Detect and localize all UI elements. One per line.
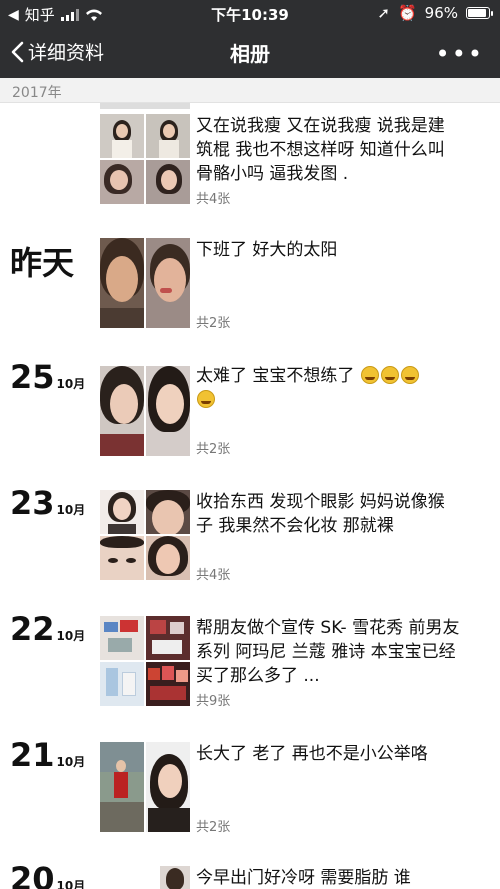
post-month: 10月: [56, 879, 86, 889]
location-icon: ➚: [377, 4, 390, 22]
post-day: 25: [10, 358, 55, 396]
photo-thumbnail[interactable]: [100, 616, 144, 660]
photo-thumbnail[interactable]: [146, 742, 190, 832]
album-post[interactable]: 25 10月 太难了 宝宝不想练了 共2张: [0, 358, 500, 464]
photo-grid[interactable]: [100, 366, 190, 456]
post-caption: 下班了 好大的太阳: [196, 240, 338, 260]
post-caption: 又在说我瘦 又在说我瘦 说我是建筑棍 我也不想这样呀 知道什么叫骨骼小吗 逼我发…: [196, 116, 445, 184]
photo-count: 共4张: [196, 568, 231, 583]
post-caption: 帮朋友做个宣传 SK- 雪花秀 前男友系列 阿玛尼 兰蔻 雅诗 本宝宝已经买了那…: [196, 618, 460, 686]
status-bar: ◀ 知乎 下午10:39 ➚ ⏰ 96%: [0, 0, 500, 26]
post-caption: 今早出门好冷呀 需要脂肪 谁: [196, 868, 411, 888]
navigation-bar: 详细资料 相册 •••: [0, 26, 500, 78]
post-month: 10月: [56, 629, 86, 643]
battery-fill: [468, 9, 486, 17]
caption-text: 太难了 宝宝不想练了: [196, 366, 355, 386]
post-month: 10月: [56, 755, 86, 769]
album-post[interactable]: 22 10月 帮朋友做个宣传 SK- 雪花秀 前男友系列 阿玛尼 兰蔻 雅诗 本宝…: [0, 610, 500, 716]
photo-thumbnail[interactable]: [146, 238, 190, 328]
photo-thumbnail[interactable]: [100, 160, 144, 204]
photo-thumbnail[interactable]: [100, 366, 144, 456]
photo-grid[interactable]: [100, 490, 190, 580]
photo-thumbnail[interactable]: [100, 662, 144, 706]
photo-thumbnail[interactable]: [100, 742, 144, 832]
alarm-icon: ⏰: [397, 4, 417, 22]
page-title: 相册: [230, 42, 270, 66]
album-post[interactable]: 20 10月 今早出门好冷呀 需要脂肪 谁: [0, 866, 500, 889]
photo-thumbnail[interactable]: [146, 160, 190, 204]
photo-thumbnail[interactable]: [146, 490, 190, 534]
photo-count: 共2张: [196, 820, 231, 835]
post-day: 21: [10, 736, 55, 774]
battery-icon: [466, 7, 493, 19]
photo-count: 共2张: [196, 442, 231, 457]
post-date: 20 10月: [10, 866, 85, 889]
previous-post-edge: [100, 103, 190, 109]
post-date: 昨天: [10, 244, 75, 282]
photo-count: 共9张: [196, 694, 231, 709]
photo-thumbnail[interactable]: [160, 866, 190, 889]
top-bar: ◀ 知乎 下午10:39 ➚ ⏰ 96% 详细资料 相册 •••: [0, 0, 500, 78]
crying-emoji-icon: [400, 366, 419, 384]
photo-count: 共2张: [196, 316, 231, 331]
crying-emoji-icon: [380, 366, 399, 384]
album-post[interactable]: 23 10月 收拾东西 发现个眼影 妈妈说像猴子 我果然不会化妆 那就裸 共4张: [0, 484, 500, 590]
post-month: 10月: [56, 377, 86, 391]
post-date: 21 10月: [10, 736, 85, 774]
photo-grid[interactable]: [100, 114, 190, 204]
post-caption: 太难了 宝宝不想练了: [196, 364, 460, 412]
photo-thumbnail[interactable]: [146, 616, 190, 660]
album-post[interactable]: 昨天 下班了 好大的太阳 共2张: [0, 238, 500, 338]
photo-thumbnail[interactable]: [146, 114, 190, 158]
more-options-button[interactable]: •••: [436, 40, 484, 68]
photo-thumbnail[interactable]: [146, 662, 190, 706]
album-post[interactable]: 又在说我瘦 又在说我瘦 说我是建筑棍 我也不想这样呀 知道什么叫骨骼小吗 逼我发…: [0, 114, 500, 224]
photo-grid[interactable]: [100, 616, 190, 706]
post-caption: 长大了 老了 再也不是小公举咯: [196, 744, 428, 764]
photo-thumbnail[interactable]: [100, 490, 144, 534]
photo-thumbnail[interactable]: [100, 536, 144, 580]
year-header: 2017年: [0, 78, 500, 103]
crying-emoji-icon: [360, 366, 379, 384]
battery-percent: 96%: [424, 4, 458, 22]
post-date: 25 10月: [10, 358, 85, 396]
post-month: 10月: [56, 503, 86, 517]
photo-thumbnail[interactable]: [146, 366, 190, 456]
photo-thumbnail[interactable]: [100, 114, 144, 158]
post-date: 23 10月: [10, 484, 85, 522]
post-caption: 收拾东西 发现个眼影 妈妈说像猴子 我果然不会化妆 那就裸: [196, 492, 445, 536]
post-day: 23: [10, 484, 55, 522]
photo-grid[interactable]: [100, 238, 190, 328]
post-day: 20: [10, 866, 55, 889]
album-post[interactable]: 21 10月 长大了 老了 再也不是小公举咯 共2张: [0, 736, 500, 842]
photo-thumbnail[interactable]: [146, 536, 190, 580]
photo-grid[interactable]: [100, 742, 190, 832]
post-date: 22 10月: [10, 610, 85, 648]
photo-count: 共4张: [196, 192, 231, 207]
post-day: 22: [10, 610, 55, 648]
crying-emoji-icon: [197, 390, 215, 408]
photo-thumbnail[interactable]: [100, 238, 144, 328]
